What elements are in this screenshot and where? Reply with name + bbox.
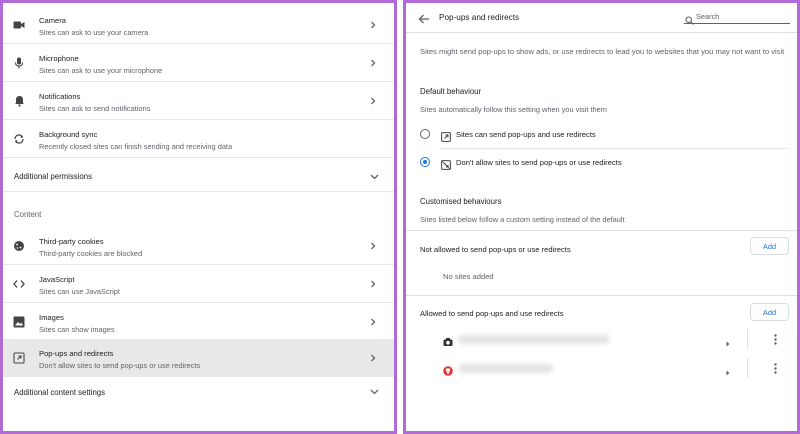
list-divider [406, 230, 797, 231]
content-item-subtitle: Sites can use JavaScript [39, 287, 120, 296]
popups-redirects-detail-panel: Pop-ups and redirects Sites might send p… [403, 0, 800, 434]
default-behaviour-heading: Default behaviour [420, 87, 482, 96]
content-row-popups-redirects[interactable]: Pop-ups and redirects Don't allow sites … [3, 339, 394, 377]
chevron-right-icon [369, 97, 377, 105]
no-sites-added-text: No sites added [443, 272, 494, 281]
separator [747, 358, 748, 378]
not-allowed-list-label: Not allowed to send pop-ups or use redir… [420, 245, 571, 254]
content-row-images[interactable]: Images Sites can show images [3, 303, 394, 341]
allowed-site-row[interactable] [406, 353, 797, 383]
content-item-title: Pop-ups and redirects [39, 349, 114, 358]
content-row-third-party-cookies[interactable]: Third-party cookies Third-party cookies … [3, 227, 394, 265]
chevron-right-icon [369, 242, 377, 250]
content-item-title: JavaScript [39, 275, 75, 284]
permission-title: Microphone [39, 54, 79, 63]
bell-icon [12, 94, 26, 108]
header-divider [406, 32, 797, 33]
content-item-subtitle: Don't allow sites to send pop-ups or use… [39, 361, 201, 370]
option-divider [440, 148, 787, 149]
code-icon [12, 277, 26, 291]
permission-subtitle: Recently closed sites can finish sending… [39, 142, 233, 151]
chevron-right-icon [369, 21, 377, 29]
additional-permissions-row[interactable]: Additional permissions [3, 162, 394, 192]
content-row-javascript[interactable]: JavaScript Sites can use JavaScript [3, 265, 394, 303]
camera-icon [12, 18, 26, 32]
arrow-right-icon[interactable] [724, 364, 732, 376]
sync-icon [12, 132, 26, 146]
customised-behaviours-heading: Customised behaviours [420, 197, 502, 206]
popup-blocked-icon [441, 157, 451, 170]
permission-subtitle: Sites can ask to use your microphone [39, 66, 163, 75]
open-external-icon [441, 129, 451, 142]
red-favicon-icon [443, 363, 453, 376]
content-item-subtitle: Third-party cookies are blocked [39, 249, 143, 258]
permission-title: Background sync [39, 130, 98, 139]
site-url-redacted [458, 335, 610, 344]
page-description: Sites might send pop-ups to show ads, or… [420, 47, 785, 56]
chevron-down-icon [370, 172, 379, 181]
more-options-icon[interactable] [771, 333, 779, 345]
more-options-icon[interactable] [771, 362, 779, 374]
radio-block-popups[interactable] [420, 157, 430, 167]
permission-row-camera[interactable]: Camera Sites can ask to use your camera [3, 6, 394, 44]
allowed-site-row[interactable] [406, 324, 797, 354]
content-heading: Content [14, 210, 42, 219]
permission-title: Camera [39, 16, 67, 25]
permission-title: Notifications [39, 92, 81, 101]
separator [747, 329, 748, 349]
image-icon [12, 315, 26, 329]
permission-subtitle: Sites can ask to use your camera [39, 28, 149, 37]
site-url-redacted [458, 364, 553, 373]
additional-permissions-label: Additional permissions [14, 172, 93, 181]
chevron-right-icon [369, 318, 377, 326]
chevron-right-icon [369, 354, 377, 362]
allowed-list-label: Allowed to send pop-ups and use redirect… [420, 309, 564, 318]
add-not-allowed-button[interactable]: Add [750, 237, 789, 255]
page-title: Pop-ups and redirects [439, 13, 520, 22]
chevron-right-icon [369, 280, 377, 288]
chevron-down-icon [370, 388, 379, 397]
content-item-title: Third-party cookies [39, 237, 104, 246]
permission-row-background-sync[interactable]: Background sync Recently closed sites ca… [3, 120, 394, 158]
arrow-right-icon[interactable] [724, 335, 732, 347]
default-behaviour-subheading: Sites automatically follow this setting … [420, 105, 607, 114]
camera-favicon-icon [443, 334, 453, 346]
additional-content-settings-label: Additional content settings [14, 387, 106, 397]
chevron-right-icon [369, 59, 377, 67]
search-box[interactable] [684, 11, 790, 25]
list-divider [406, 295, 797, 296]
customised-behaviours-subheading: Sites listed below follow a custom setti… [420, 215, 625, 224]
add-allowed-button[interactable]: Add [750, 303, 789, 321]
radio-allow-popups[interactable] [420, 129, 430, 139]
search-input[interactable] [696, 11, 788, 22]
cookie-icon [12, 239, 26, 253]
permission-row-notifications[interactable]: Notifications Sites can ask to send noti… [3, 82, 394, 120]
content-item-title: Images [39, 313, 64, 322]
back-arrow-icon[interactable] [418, 12, 430, 24]
option-label: Sites can send pop-ups and use redirects [456, 130, 596, 139]
site-settings-list-panel: Camera Sites can ask to use your camera … [0, 0, 397, 434]
microphone-icon [12, 56, 26, 70]
permission-row-microphone[interactable]: Microphone Sites can ask to use your mic… [3, 44, 394, 82]
permission-subtitle: Sites can ask to send notifications [39, 104, 151, 113]
option-label: Don't allow sites to send pop-ups or use… [456, 158, 622, 167]
search-icon [685, 12, 694, 25]
additional-content-settings-row[interactable]: Additional content settings [3, 377, 394, 407]
open-external-icon [12, 351, 26, 365]
content-item-subtitle: Sites can show images [39, 325, 115, 334]
